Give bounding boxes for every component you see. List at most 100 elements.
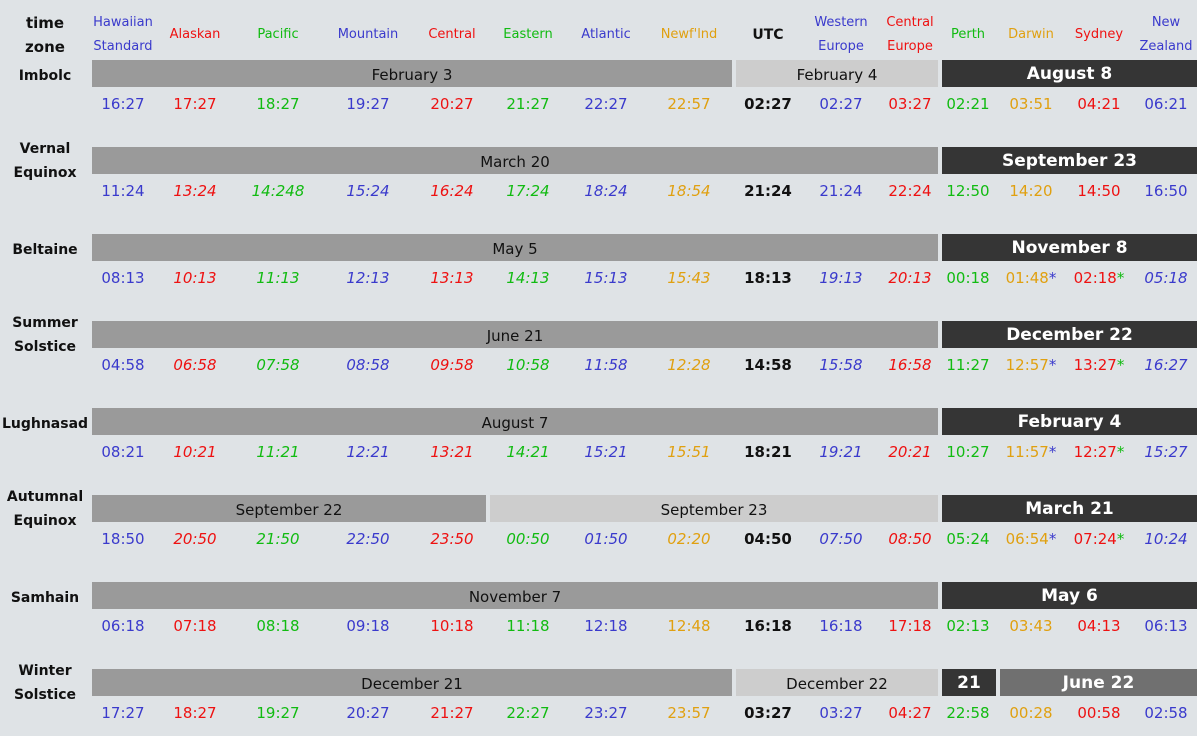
festival-label-line: Autumnal <box>6 489 84 505</box>
date-bar: June 21 <box>92 321 938 348</box>
time-cell: 06:21 <box>1121 94 1197 114</box>
time-cell: 22:27 <box>483 703 573 723</box>
date-bar: May 5 <box>92 234 938 261</box>
time-value: 03:27 <box>744 704 792 722</box>
time-cell: 12:18 <box>561 616 651 636</box>
time-value: 06:58 <box>173 356 217 374</box>
time-value: 08:18 <box>256 617 300 635</box>
time-value: 11:57 <box>1005 443 1049 461</box>
time-value: 23:50 <box>430 530 474 548</box>
time-cell: 14:21 <box>483 442 573 462</box>
time-value: 09:58 <box>430 356 474 374</box>
time-cell: 16:50 <box>1121 181 1197 201</box>
time-value: 14:58 <box>744 356 792 374</box>
time-value: 02:58 <box>1144 704 1188 722</box>
time-cell: 23:57 <box>644 703 734 723</box>
time-value: 15:58 <box>819 356 863 374</box>
time-cell: 23:27 <box>561 703 651 723</box>
time-cell: 16:27 <box>1121 355 1197 375</box>
time-value: 04:58 <box>101 356 145 374</box>
time-value: 06:21 <box>1144 95 1188 113</box>
time-value: 11:24 <box>101 182 145 200</box>
festival-label: Vernal Equinox <box>0 137 90 185</box>
date-bar: March 21 <box>942 495 1197 522</box>
festival-label: Winter Solstice <box>0 659 90 707</box>
time-value: 06:54 <box>1005 530 1049 548</box>
festival-label: Summer Solstice <box>0 311 90 359</box>
time-value: 00:18 <box>946 269 990 287</box>
column-header-line: Zealand <box>1139 39 1193 54</box>
time-value: 21:27 <box>506 95 550 113</box>
time-value: 03:27 <box>819 704 863 722</box>
time-value: 21:24 <box>744 182 792 200</box>
time-value: 18:50 <box>101 530 145 548</box>
time-value: 16:18 <box>744 617 792 635</box>
time-cell: 11:13 <box>233 268 323 288</box>
time-cell: 21:27 <box>483 94 573 114</box>
time-cell: 02:58 <box>1121 703 1197 723</box>
time-value: 18:24 <box>584 182 628 200</box>
time-value: 15:13 <box>584 269 628 287</box>
festival-label: Autumnal Equinox <box>0 485 90 533</box>
date-bar: June 22 <box>1000 669 1197 696</box>
time-value: 21:50 <box>256 530 300 548</box>
time-cell: 15:21 <box>561 442 651 462</box>
date-bar: December 22 <box>736 669 938 696</box>
time-value: 08:13 <box>101 269 145 287</box>
time-value: 18:27 <box>173 704 217 722</box>
time-value: 16:50 <box>1144 182 1188 200</box>
column-header: Atlantic <box>561 10 651 60</box>
time-value: 07:58 <box>256 356 300 374</box>
time-cell: 10:21 <box>150 442 240 462</box>
time-value: 12:21 <box>346 443 390 461</box>
time-value: 22:58 <box>946 704 990 722</box>
time-value: 07:24 <box>1073 530 1117 548</box>
time-value: 18:21 <box>744 443 792 461</box>
time-value: 10:58 <box>506 356 550 374</box>
time-value: 23:57 <box>667 704 711 722</box>
time-value: 10:27 <box>946 443 990 461</box>
festival-label-line: Winter <box>18 663 72 679</box>
time-value: 11:21 <box>256 443 300 461</box>
time-cell: 15:51 <box>644 442 734 462</box>
date-bar: September 23 <box>490 495 938 522</box>
time-value: 13:13 <box>430 269 474 287</box>
time-value: 12:57 <box>1005 356 1049 374</box>
time-cell: 10:58 <box>483 355 573 375</box>
time-cell: 17:27 <box>150 94 240 114</box>
time-cell: 11:21 <box>233 442 323 462</box>
time-cell: 14:248 <box>233 181 323 201</box>
column-header: New Zealand <box>1121 10 1197 60</box>
column-header-line: Atlantic <box>581 27 631 42</box>
time-value: 19:21 <box>819 443 863 461</box>
column-header-line: Sydney <box>1074 27 1124 42</box>
timezone-header: time zone <box>0 10 90 60</box>
time-value: 15:21 <box>584 443 628 461</box>
column-header-line: Central <box>428 27 476 42</box>
time-value: 19:13 <box>819 269 863 287</box>
time-value: 22:27 <box>584 95 628 113</box>
time-value: 07:50 <box>819 530 863 548</box>
column-header-line: Alaskan <box>169 27 221 42</box>
festival-label: Imbolc <box>0 64 90 88</box>
time-cell: 10:13 <box>150 268 240 288</box>
column-header-line: Perth <box>950 27 986 42</box>
column-header-line: Europe <box>818 39 864 54</box>
column-header-line: Hawaiian <box>93 15 153 30</box>
time-value: 12:18 <box>584 617 628 635</box>
date-bar: February 3 <box>92 60 732 87</box>
time-value: 18:13 <box>744 269 792 287</box>
time-value: 16:18 <box>819 617 863 635</box>
time-value: 05:24 <box>946 530 990 548</box>
festival-label-line: Imbolc <box>18 68 72 84</box>
time-value: 15:24 <box>346 182 390 200</box>
time-value: 12:27 <box>1073 443 1117 461</box>
festival-label-line: Beltaine <box>12 242 78 258</box>
time-value: 14:13 <box>506 269 550 287</box>
festival-label-line: Solstice <box>13 687 77 703</box>
time-cell: 22:57 <box>644 94 734 114</box>
time-value: 02:20 <box>667 530 711 548</box>
time-cell: 18:27 <box>233 94 323 114</box>
time-value: 22:50 <box>346 530 390 548</box>
time-value: 13:21 <box>430 443 474 461</box>
